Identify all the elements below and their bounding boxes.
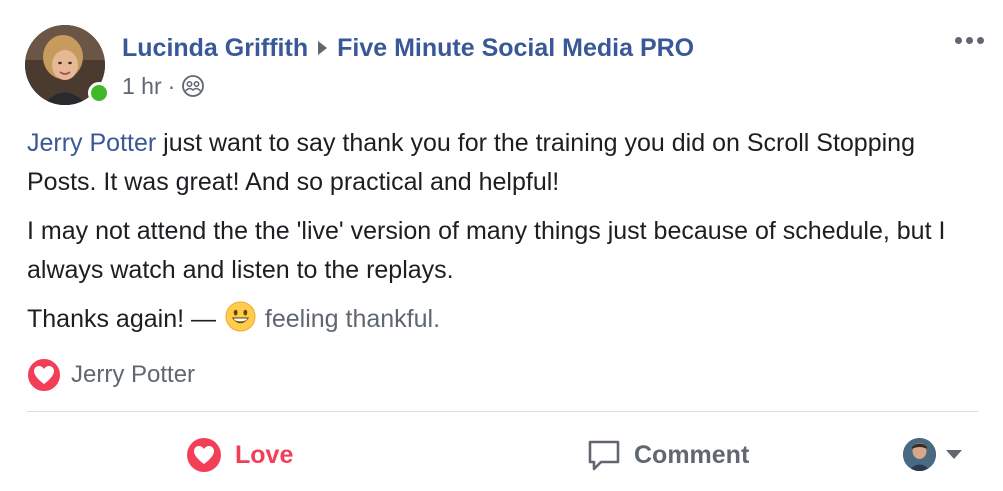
paragraph-3-text: Thanks again! —	[27, 305, 216, 333]
meta-separator: ·	[167, 72, 176, 99]
post-paragraph-3: Thanks again! — feeling thankful.	[27, 300, 977, 339]
more-options-icon[interactable]	[948, 28, 990, 52]
avatar	[903, 437, 936, 471]
comment-label: Comment	[634, 440, 750, 469]
love-label: Love	[235, 440, 294, 469]
post-timestamp[interactable]: 1 hr	[122, 73, 162, 100]
author-avatar-container[interactable]	[25, 25, 110, 105]
post-paragraph-1: Jerry Potter just want to say thank you …	[27, 124, 977, 202]
dot	[954, 36, 962, 44]
feeling-text[interactable]: feeling thankful.	[265, 305, 440, 333]
posted-in-arrow-icon	[318, 41, 328, 55]
love-button[interactable]: Love	[185, 436, 293, 474]
post-card: Lucinda Griffith Five Minute Social Medi…	[0, 0, 1003, 491]
action-bar: Love Comment	[0, 426, 1003, 484]
post-text: Jerry Potter just want to say thank you …	[27, 124, 977, 349]
viewer-identity-select[interactable]	[903, 437, 962, 471]
viewer-avatar-image	[903, 437, 936, 471]
author-name-link[interactable]: Lucinda Griffith	[122, 34, 308, 63]
dot	[965, 36, 973, 44]
post-paragraph-2: I may not attend the the 'live' version …	[27, 217, 946, 284]
paragraph-1-text: just want to say thank you for the train…	[27, 129, 915, 196]
group-icon[interactable]	[181, 74, 205, 98]
love-reaction-icon	[26, 357, 62, 393]
comment-button[interactable]: Comment	[586, 436, 749, 474]
divider	[27, 411, 978, 412]
comment-icon	[588, 440, 620, 471]
post-meta: 1 hr ·	[122, 71, 205, 101]
love-icon	[187, 438, 221, 472]
reactions-summary[interactable]: Jerry Potter	[25, 356, 195, 394]
chevron-down-icon	[946, 449, 962, 459]
dot	[976, 36, 984, 44]
online-status-dot	[88, 82, 110, 104]
grinning-emoji-icon	[225, 301, 256, 332]
reactor-names[interactable]: Jerry Potter	[71, 361, 195, 389]
post-header: Lucinda Griffith Five Minute Social Medi…	[122, 31, 694, 65]
group-name-link[interactable]: Five Minute Social Media PRO	[337, 34, 694, 63]
mention-link[interactable]: Jerry Potter	[27, 129, 156, 157]
